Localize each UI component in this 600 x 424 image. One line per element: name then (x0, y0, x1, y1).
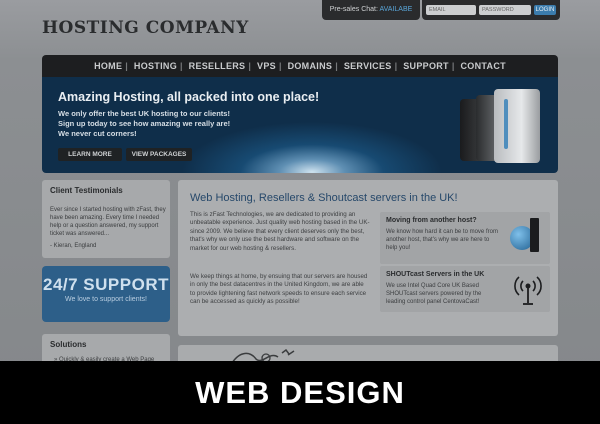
support-subtext: We love to support clients! (65, 296, 147, 303)
nav-item-vps[interactable]: VPS (254, 61, 279, 71)
hero-title: Amazing Hosting, all packed into one pla… (58, 90, 320, 104)
server-tower-icon (530, 218, 539, 252)
nav-item-domains[interactable]: DOMAINS (285, 61, 336, 71)
nav-item-support[interactable]: SUPPORT (400, 61, 452, 71)
migration-box: Moving from another host? We know how ha… (380, 212, 550, 264)
password-field[interactable]: PASSWORD (479, 5, 531, 15)
nav-separator: | (180, 61, 183, 71)
solutions-title: Solutions (50, 340, 87, 349)
nav-separator: | (335, 61, 339, 71)
hero-line-3: We never cut corners! (58, 129, 137, 138)
presales-chat[interactable]: Pre-sales Chat: AVAILABE (322, 0, 420, 20)
nav-separator: | (451, 61, 455, 71)
login-button[interactable]: LOGIN (534, 5, 556, 15)
category-caption-banner: WEB DESIGN (0, 361, 600, 424)
support-headline: 24/7 SUPPORT (43, 275, 169, 294)
hero-banner: Amazing Hosting, all packed into one pla… (42, 77, 558, 173)
nav-separator: | (125, 61, 129, 71)
testimonials-panel: Client Testimonials Ever since I started… (42, 180, 170, 258)
nav-separator: | (278, 61, 282, 71)
main-title: Web Hosting, Resellers & Shoutcast serve… (190, 192, 458, 204)
nav-item-services[interactable]: SERVICES (341, 61, 395, 71)
login-bar: EMAIL PASSWORD LOGIN (422, 0, 560, 20)
password-placeholder: PASSWORD (482, 7, 514, 13)
nav-item-hosting[interactable]: HOSTING (131, 61, 180, 71)
nav-item-resellers[interactable]: RESELLERS (186, 61, 249, 71)
shoutcast-title: SHOUTcast Servers in the UK (386, 271, 485, 278)
email-placeholder: EMAIL (429, 7, 446, 13)
chat-status: AVAILABE (379, 6, 413, 13)
testimonial-author: - Kieran, England (50, 243, 97, 249)
hero-line-1: We only offer the best UK hosting to our… (58, 109, 230, 118)
testimonials-title: Client Testimonials (50, 186, 123, 195)
nav-separator: | (248, 61, 252, 71)
broadcast-antenna-icon (514, 276, 542, 305)
main-nav: HOME | HOSTING | RESELLERS | VPS | DOMAINS | … (42, 55, 558, 77)
nav-item-home[interactable]: HOME (91, 61, 125, 71)
migration-title: Moving from another host? (386, 217, 477, 224)
testimonial-quote: Ever since I started hosting with zFast,… (50, 207, 166, 237)
chat-label: Pre-sales Chat: (329, 6, 378, 13)
view-packages-button[interactable]: VIEW PACKAGES (126, 148, 192, 161)
nav-item-contact[interactable]: CONTACT (457, 61, 508, 71)
learn-more-button[interactable]: LEARN MORE (58, 148, 122, 161)
main-content: Web Hosting, Resellers & Shoutcast serve… (178, 180, 558, 336)
shoutcast-box: SHOUTcast Servers in the UK We use Intel… (380, 266, 550, 312)
hero-line-2: Sign up today to see how amazing we real… (58, 119, 231, 128)
intro-paragraph: This is zFast Technologies, we are dedic… (190, 211, 370, 252)
support-banner[interactable]: 24/7 SUPPORT We love to support clients! (42, 266, 170, 322)
nav-separator: | (394, 61, 398, 71)
site-logo[interactable]: HOSTING COMPANY (42, 18, 249, 38)
migration-text: We know how hard it can be to move from … (386, 229, 498, 251)
email-field[interactable]: EMAIL (426, 5, 476, 15)
shoutcast-text: We use Intel Quad Core UK Based SHOUTcas… (386, 283, 482, 305)
datacentre-paragraph: We keep things at home, by ensuing that … (190, 273, 368, 306)
